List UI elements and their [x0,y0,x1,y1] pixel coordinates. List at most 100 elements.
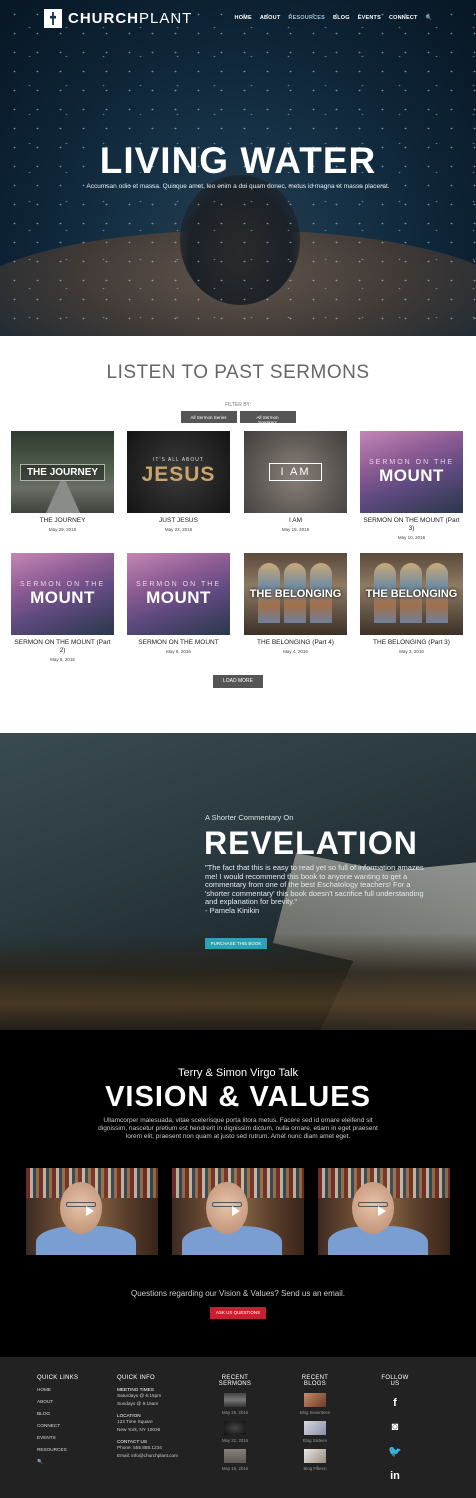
nav-home[interactable]: HOME [235,15,252,21]
recent-blog-item[interactable]: Blog Sixteen [292,1421,338,1443]
filter-label: FILTER BY: [224,402,252,408]
follow-us-heading: FOLLOW US [381,1375,409,1387]
footer-search-icon[interactable]: 🔍 [37,1459,78,1465]
thumbnail-subtext: SERMON ON THE [136,580,221,588]
facebook-icon[interactable]: f [378,1397,412,1409]
sermon-card[interactable]: I AM I AM May 15, 2016 [244,431,347,532]
sermon-title[interactable]: THE BELONGING (Part 4) [244,639,347,647]
sermon-thumbnail[interactable]: IT'S ALL ABOUT JESUS [127,431,230,513]
sermon-title[interactable]: SERMON ON THE MOUNT (Part 2) [11,639,114,655]
logo[interactable]: CHURCHPLANT [44,9,192,28]
recent-sermon-thumbnail[interactable] [224,1449,246,1463]
speaker-face [206,1182,248,1234]
linkedin-icon[interactable]: in [378,1470,412,1482]
quick-info-heading: QUICK INFO [117,1375,156,1381]
sermon-thumbnail[interactable]: SERMON ON THE MOUNT [127,553,230,635]
video-thumbnail[interactable] [172,1168,304,1255]
recent-blog-item[interactable]: Blog Fifteen [292,1449,338,1471]
recent-blog-thumbnail[interactable] [304,1449,326,1463]
revelation-kicker: A Shorter Commentary On [205,813,294,822]
address-line: New York, NY 10036 [117,1426,161,1432]
thumbnail-text: MOUNT [146,587,211,607]
nav-events[interactable]: EVENTS [358,15,381,21]
recent-sermon-thumbnail[interactable] [224,1393,246,1407]
sermon-title[interactable]: THE BELONGING (Part 3) [360,639,463,647]
sermon-date: May 10, 2016 [397,535,426,540]
vision-description: Ullamcorper malesuada, vitae scelerisque… [98,1117,378,1140]
recent-sermon-item[interactable]: May 29, 2016 [209,1393,261,1415]
recent-sermon-item[interactable]: May 15, 2016 [209,1449,261,1471]
nav-resources[interactable]: RESOURCES [288,15,325,21]
thumbnail-subtext: SERMON ON THE [20,580,105,588]
sermon-thumbnail[interactable]: SERMON ON THE MOUNT [360,431,463,513]
email[interactable]: Email: info@churchplant.com [117,1452,178,1460]
search-icon[interactable]: 🔍 [426,15,432,21]
road-graphic [46,481,80,513]
video-thumbnail[interactable] [26,1168,158,1255]
play-icon[interactable] [86,1206,94,1216]
sermon-thumbnail[interactable]: THE JOURNEY [11,431,114,513]
thumbnail-text: I AM [269,463,322,481]
sermon-title[interactable]: I AM [244,517,347,525]
quick-info-column: QUICK INFO MEETING TIMES Saturdays @ 6:1… [117,1375,178,1459]
recent-sermon-thumbnail[interactable] [224,1421,246,1435]
sermon-card[interactable]: THE BELONGING THE BELONGING (Part 3) May… [360,553,463,654]
recent-sermon-date: May 29, 2016 [221,1410,249,1415]
filter-speakers-select[interactable]: All Sermon Speakers [239,411,296,425]
sermon-card[interactable]: THE BELONGING THE BELONGING (Part 4) May… [244,553,347,654]
quote-author: - Pamela Kinikin [205,905,260,915]
twitter-icon[interactable]: 🐦 [378,1445,412,1458]
sermon-card[interactable]: IT'S ALL ABOUT JESUS JUST JESUS May 22, … [127,431,230,532]
filter-series-select[interactable]: All Sermon Series [180,411,237,423]
sermon-title[interactable]: SERMON ON THE MOUNT [127,639,230,647]
meeting-time: Saturdays @ 6:15pm [117,1393,162,1398]
video-thumbnail[interactable] [318,1168,450,1255]
sermon-title[interactable]: JUST JESUS [127,517,230,525]
recent-blog-thumbnail[interactable] [304,1421,326,1435]
sermon-thumbnail[interactable]: THE BELONGING [244,553,347,635]
follow-us-column: FOLLOW US f ◙ 🐦 in [378,1375,412,1494]
thumbnail-text: THE BELONGING [249,588,342,600]
hero-subtitle: Accumsan odio et massa. Quisque amet, le… [86,183,390,190]
recent-sermon-item[interactable]: May 22, 2016 [209,1421,261,1443]
logo-text-light: PLANT [139,10,193,27]
nav-connect[interactable]: CONNECT [389,15,418,21]
sermon-thumbnail[interactable]: THE BELONGING [360,553,463,635]
play-icon[interactable] [232,1206,240,1216]
footer-link-home[interactable]: HOME [37,1387,78,1392]
sermon-thumbnail[interactable]: SERMON ON THE MOUNT [11,553,114,635]
instagram-icon[interactable]: ◙ [378,1421,412,1433]
sermon-card[interactable]: THE JOURNEY THE JOURNEY May 29, 2016 [11,431,114,532]
sermon-card[interactable]: SERMON ON THE MOUNT SERMON ON THE MOUNT … [11,553,114,662]
thumbnail-text: THE BELONGING [365,588,458,600]
sermon-title[interactable]: SERMON ON THE MOUNT (Part 3) [360,517,463,533]
sermon-card[interactable]: SERMON ON THE MOUNT SERMON ON THE MOUNT … [360,431,463,540]
phone: Phone: 555.888.1234 [117,1445,162,1450]
sermon-thumbnail[interactable]: I AM [244,431,347,513]
recent-sermons-column: RECENT SERMONS May 29, 2016 May 22, 2016… [209,1375,261,1477]
sermon-date: May 15, 2016 [281,527,310,532]
recent-blog-item[interactable]: Blog Seventeen [292,1393,338,1415]
footer-link-resources[interactable]: RESOURCES [37,1447,78,1452]
quick-links-column: QUICK LINKS HOME ABOUT BLOG CONNECT EVEN… [37,1375,78,1472]
purchase-book-button[interactable]: PURCHASE THIS BOOK [205,938,267,949]
footer-link-events[interactable]: EVENTS [37,1435,78,1440]
vision-title: VISION & VALUES [105,1081,371,1113]
sermons-heading: LISTEN TO PAST SERMONS [106,362,370,383]
recent-sermon-date: May 22, 2016 [221,1438,249,1443]
sermon-title[interactable]: THE JOURNEY [11,517,114,525]
nav-blog[interactable]: BLOG [333,15,350,21]
load-more-button[interactable]: LOAD MORE [213,675,263,688]
vision-question: Questions regarding our Vision & Values?… [130,1289,346,1298]
footer-link-about[interactable]: ABOUT [37,1399,78,1404]
sermon-date: May 22, 2016 [164,527,193,532]
footer-link-connect[interactable]: CONNECT [37,1423,78,1428]
recent-blog-thumbnail[interactable] [304,1393,326,1407]
sermon-card[interactable]: SERMON ON THE MOUNT SERMON ON THE MOUNT … [127,553,230,654]
play-icon[interactable] [378,1206,386,1216]
recent-blog-title: Blog Seventeen [299,1410,331,1415]
recent-sermon-date: May 15, 2016 [221,1466,249,1471]
nav-about[interactable]: ABOUT [260,15,281,21]
footer-link-blog[interactable]: BLOG [37,1411,78,1416]
ask-questions-button[interactable]: ASK US QUESTIONS [210,1307,266,1319]
